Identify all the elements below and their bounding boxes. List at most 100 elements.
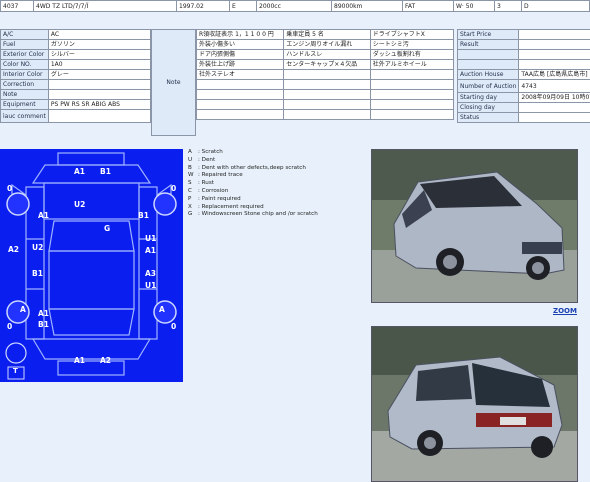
vehicle-info-row: A/CAC — [1, 30, 151, 40]
note-row: 社外ステレオ — [197, 70, 454, 80]
vehicle-info-label: Correction — [1, 80, 49, 90]
damage-code-label: A2 — [8, 245, 19, 254]
note-row — [197, 110, 454, 120]
legend-text: Dent — [202, 157, 216, 163]
auction-info-row — [458, 60, 590, 70]
note-cell — [284, 100, 371, 110]
vehicle-info-row: Color NO.1A0 — [1, 60, 151, 70]
legend-item: B: Dent with other defects,deep scratch — [188, 165, 358, 173]
auction-info-value — [519, 30, 590, 40]
car-front-photo[interactable] — [371, 149, 578, 303]
damage-code-label: B1 — [138, 211, 149, 220]
auction-info-value — [519, 50, 590, 60]
damage-code-label: A1 — [74, 356, 85, 365]
auction-info-row: Auction HouseTAA広島 [広島県広島市] — [458, 70, 590, 80]
legend-item: G: Windowscreen Stone chip and /or scrat… — [188, 211, 358, 219]
note-row: 外装仕上げ跡センターキャップ×４欠品社外アルミホイール — [197, 60, 454, 70]
note-cell: ドア内張側傷 — [197, 50, 284, 60]
color-code: W· 50 — [454, 1, 495, 12]
vehicle-info-row: ìauc comment — [1, 110, 151, 123]
auction-info-label: Closing day — [458, 103, 519, 113]
damage-legend: A: ScratchU: DentB: Dent with other defe… — [188, 149, 358, 219]
vehicle-info-value: PS PW RS SR ABIG ABS — [48, 100, 150, 110]
legend-text: Paint required — [202, 196, 241, 202]
rear-window-outline — [49, 309, 134, 335]
car-outline-diagram — [0, 149, 183, 382]
note-cell: ハンドルスレ — [284, 50, 371, 60]
note-cell — [370, 100, 453, 110]
front-bumper-outline — [58, 153, 124, 165]
damage-code-label: U1 — [145, 281, 156, 290]
auction-info-row: Status — [458, 113, 590, 123]
auction-info-label: Starting day — [458, 93, 519, 103]
legend-item: A: Scratch — [188, 149, 358, 157]
legend-text: Rust — [202, 180, 214, 186]
damage-code-label: B1 — [38, 320, 49, 329]
note-row — [197, 80, 454, 90]
vehicle-info-row: Interior Colorグレー — [1, 70, 151, 80]
vehicle-info-row: EquipmentPS PW RS SR ABIG ABS — [1, 100, 151, 110]
spare-wheel-icon — [6, 343, 26, 363]
note-row: ドア内張側傷ハンドルスレダッシュ板割れ有 — [197, 50, 454, 60]
lot-summary-row: 4037 4WD TZ LTD/7/7/Ï 1997.02 E 2000cc 8… — [0, 0, 590, 12]
spare-tire-label: T — [13, 367, 18, 375]
legend-code: S — [188, 180, 198, 188]
vehicle-info-label: ìauc comment — [1, 110, 49, 123]
auction-info-row: Start Price — [458, 30, 590, 40]
note-cell: R領収証表示 1，1 1 0 0 円 — [197, 30, 284, 40]
auction-info-value — [519, 60, 590, 70]
damage-code-label: U2 — [74, 200, 85, 209]
transmission: FAT — [403, 1, 454, 12]
auction-info-row: Starting day2008年09月09日 10時07分 — [458, 93, 590, 103]
auction-info-label: Result — [458, 40, 519, 50]
model-year: 1997.02 — [177, 1, 230, 12]
legend-text: Corrosion — [202, 188, 229, 194]
rear-bumper-outline — [58, 361, 124, 375]
legend-code: P — [188, 196, 198, 204]
note-cell — [197, 90, 284, 100]
note-cell: シートシミ汚 — [370, 40, 453, 50]
auction-info-label: Start Price — [458, 30, 519, 40]
note-cell — [197, 110, 284, 120]
auction-info-value: TAA広島 [広島県広島市] — [519, 70, 590, 80]
vehicle-info-value — [48, 90, 150, 100]
damage-code-label: A — [159, 305, 165, 314]
damage-code-label: 0 — [7, 322, 12, 331]
note-cell: 乗車定員 5 名 — [284, 30, 371, 40]
legend-text: Dent with other defects,deep scratch — [202, 165, 306, 171]
vehicle-info-value: グレー — [48, 70, 150, 80]
legend-code: W — [188, 172, 198, 180]
legend-code: G — [188, 211, 198, 219]
vehicle-info-value: ガソリン — [48, 40, 150, 50]
damage-code-label: 0 — [171, 184, 176, 193]
score: D — [522, 1, 590, 12]
vehicle-info-label: Color NO. — [1, 60, 49, 70]
windshield-outline — [49, 221, 134, 251]
vehicle-info-label: Interior Color — [1, 70, 49, 80]
car-rear-photo[interactable] — [371, 326, 578, 482]
note-row: 外装小傷多いエンジン周りオイル漏れシートシミ汚 — [197, 40, 454, 50]
auction-info-value: 2008年09月09日 10時07分 — [519, 93, 590, 103]
note-row: R領収証表示 1，1 1 0 0 円乗車定員 5 名ドライブシャフトX — [197, 30, 454, 40]
damage-code-label: A1 — [38, 211, 49, 220]
legend-item: P: Paint required — [188, 196, 358, 204]
auction-info-label — [458, 60, 519, 70]
auction-info-label: Number of Auction — [458, 80, 519, 93]
note-cell — [370, 80, 453, 90]
vehicle-info-value — [48, 110, 150, 123]
auction-info-value — [519, 113, 590, 123]
note-cell — [284, 70, 371, 80]
zoom-link[interactable]: ZOOM — [553, 307, 577, 315]
damage-code-label: 0 — [7, 184, 12, 193]
grade-code: E — [230, 1, 257, 12]
auction-info-row: Closing day — [458, 103, 590, 113]
vehicle-info-value — [48, 80, 150, 90]
legend-item: S: Rust — [188, 180, 358, 188]
note-cell: ダッシュ板割れ有 — [370, 50, 453, 60]
legend-text: Repaired trace — [202, 172, 243, 178]
note-cell — [284, 90, 371, 100]
auction-info-label: Status — [458, 113, 519, 123]
auction-info-label: Auction House — [458, 70, 519, 80]
auction-info-row — [458, 50, 590, 60]
trunk-outline — [33, 339, 150, 359]
